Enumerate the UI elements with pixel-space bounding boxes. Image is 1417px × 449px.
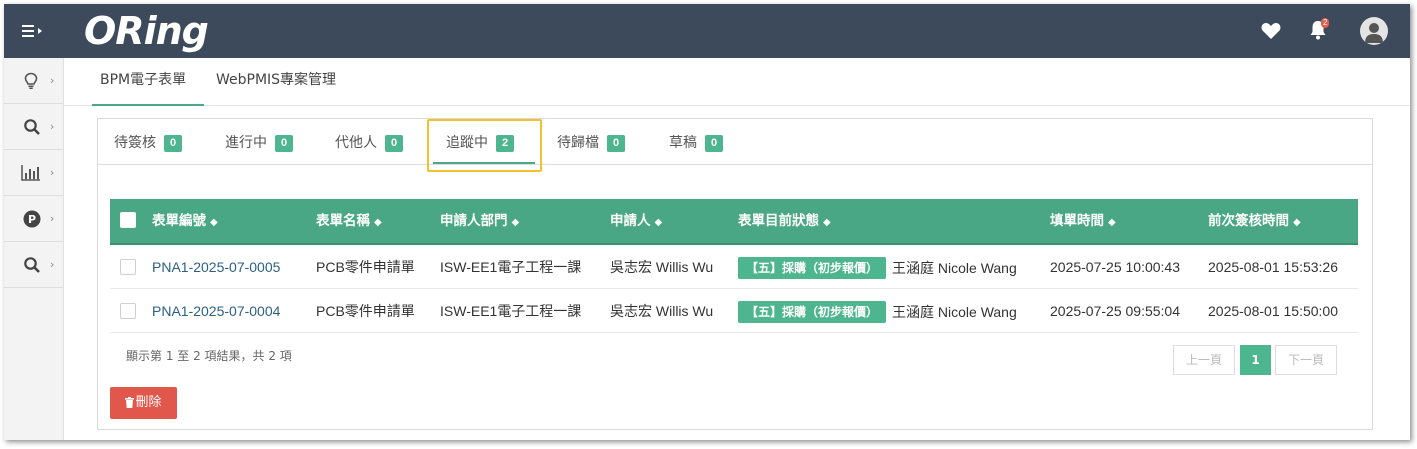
table-header: 表單編號 ◆ 表單名稱 ◆ 申請人部門 ◆ 申請人 ◆ 表單目前狀態 ◆ 填單時間 ◆ 前次… [110, 199, 1358, 245]
form-status: 【五】採購（初步報價） 王涵庭 Nicole Wang [738, 245, 1017, 289]
table-row: PNA1-2025-07-0004 PCB零件申請單 ISW-EE1電子工程一課… [110, 289, 1358, 333]
active-tab-underline [433, 162, 535, 164]
tab-webpmis[interactable]: WebPMIS專案管理 [216, 58, 336, 106]
favorites-heart-icon[interactable] [1261, 22, 1281, 40]
form-name: PCB零件申請單 [316, 259, 415, 275]
select-all-checkbox[interactable] [120, 212, 136, 228]
notification-bell-icon[interactable]: 2 [1309, 18, 1331, 42]
search-icon [24, 257, 40, 273]
applicant-dept: ISW-EE1電子工程一課 [440, 303, 582, 319]
main-content: BPM電子表單 WebPMIS專案管理 待簽核 0 進行中 0 代他人 0 追蹤中 2 … [64, 58, 1410, 440]
tab-delegate[interactable]: 代他人 0 [335, 132, 403, 152]
forms-panel: 待簽核 0 進行中 0 代他人 0 追蹤中 2 待歸檔 0 草稿 0 表單編號 ◆ 表單名稱 ◆… [97, 118, 1373, 430]
count-badge: 0 [607, 135, 625, 152]
tab-in-progress[interactable]: 進行中 0 [225, 132, 293, 152]
row-checkbox[interactable] [120, 303, 136, 319]
lightbulb-icon [24, 72, 38, 89]
count-badge: 0 [275, 135, 293, 152]
col-dept[interactable]: 申請人部門 ◆ [440, 199, 519, 243]
user-avatar[interactable] [1360, 17, 1388, 45]
col-form-name[interactable]: 表單名稱 ◆ [316, 199, 382, 243]
count-badge: 2 [496, 135, 514, 152]
fill-time: 2025-07-25 09:55:04 [1050, 303, 1180, 319]
svg-text:P: P [28, 213, 36, 226]
sidebar-item-reports[interactable]: › [4, 150, 63, 196]
sort-icon: ◆ [210, 217, 218, 228]
applicant-name: 吳志宏 Willis Wu [610, 303, 714, 319]
col-applicant[interactable]: 申請人 ◆ [610, 199, 662, 243]
chevron-right-icon: › [50, 120, 55, 133]
sort-icon: ◆ [823, 217, 831, 228]
col-last-sign-time[interactable]: 前次簽核時間 ◆ [1208, 199, 1301, 243]
tab-tracking[interactable]: 追蹤中 2 [446, 132, 514, 152]
prev-page-button[interactable]: 上一頁 [1173, 345, 1235, 375]
delete-button[interactable]: 刪除 [110, 387, 177, 419]
sort-icon: ◆ [1293, 217, 1301, 228]
notification-badge: 2 [1321, 18, 1330, 28]
search-icon [24, 119, 40, 135]
applicant-dept: ISW-EE1電子工程一課 [440, 259, 582, 275]
sort-icon: ◆ [511, 217, 520, 228]
result-info: 顯示第 1 至 2 項結果，共 2 項 [126, 349, 292, 363]
last-sign-time: 2025-08-01 15:50:00 [1208, 303, 1338, 319]
status-badge: 【五】採購（初步報價） [738, 301, 887, 324]
sort-icon: ◆ [654, 217, 663, 228]
count-badge: 0 [385, 135, 403, 152]
brand-logo: ORing [84, 9, 209, 53]
tab-bpm[interactable]: BPM電子表單 [92, 58, 204, 106]
chevron-right-icon: › [50, 166, 55, 179]
col-fill-time[interactable]: 填單時間 ◆ [1050, 199, 1116, 243]
page-1-button[interactable]: 1 [1240, 345, 1271, 375]
p-circle-icon: P [23, 210, 41, 228]
next-page-button[interactable]: 下一頁 [1275, 345, 1337, 375]
sort-icon: ◆ [1108, 217, 1116, 228]
col-status[interactable]: 表單目前狀態 ◆ [738, 199, 831, 243]
top-navbar: ORing 2 [4, 4, 1410, 58]
menu-toggle-icon[interactable] [22, 20, 52, 42]
chevron-right-icon: › [50, 74, 55, 87]
count-badge: 0 [705, 135, 723, 152]
tab-drafts[interactable]: 草稿 0 [669, 132, 723, 152]
sidebar: › › › P › › [4, 58, 64, 440]
form-name: PCB零件申請單 [316, 303, 415, 319]
status-person: 王涵庭 Nicole Wang [892, 260, 1017, 277]
count-badge: 0 [164, 135, 182, 152]
applicant-name: 吳志宏 Willis Wu [610, 259, 714, 275]
col-form-no[interactable]: 表單編號 ◆ [152, 199, 218, 243]
tab-pending-approval[interactable]: 待簽核 0 [114, 132, 182, 152]
status-person: 王涵庭 Nicole Wang [892, 304, 1017, 321]
fill-time: 2025-07-25 10:00:43 [1050, 259, 1180, 275]
form-status: 【五】採購（初步報價） 王涵庭 Nicole Wang [738, 289, 1017, 333]
app-window: ORing 2 › › › P › › BPM電子表單 WebPMIS專案管理 … [4, 4, 1410, 440]
chevron-right-icon: › [50, 258, 55, 271]
table-row: PNA1-2025-07-0005 PCB零件申請單 ISW-EE1電子工程一課… [110, 245, 1358, 289]
module-tabs: BPM電子表單 WebPMIS專案管理 [64, 58, 1410, 106]
sidebar-item-search-2[interactable]: › [4, 242, 63, 288]
tab-pending-archive[interactable]: 待歸檔 0 [557, 132, 625, 152]
last-sign-time: 2025-08-01 15:53:26 [1208, 259, 1338, 275]
form-no-link[interactable]: PNA1-2025-07-0004 [152, 289, 280, 333]
trash-icon [125, 389, 135, 421]
status-tabs: 待簽核 0 進行中 0 代他人 0 追蹤中 2 待歸檔 0 草稿 0 [98, 119, 1372, 165]
sidebar-item-search[interactable]: › [4, 104, 63, 150]
form-no-link[interactable]: PNA1-2025-07-0005 [152, 245, 280, 289]
chevron-right-icon: › [50, 212, 55, 225]
sidebar-item-ideas[interactable]: › [4, 58, 63, 104]
bar-chart-icon [21, 165, 40, 181]
sidebar-item-project[interactable]: P › [4, 196, 63, 242]
row-checkbox[interactable] [120, 259, 136, 275]
status-badge: 【五】採購（初步報價） [738, 257, 887, 280]
sort-icon: ◆ [374, 217, 382, 228]
